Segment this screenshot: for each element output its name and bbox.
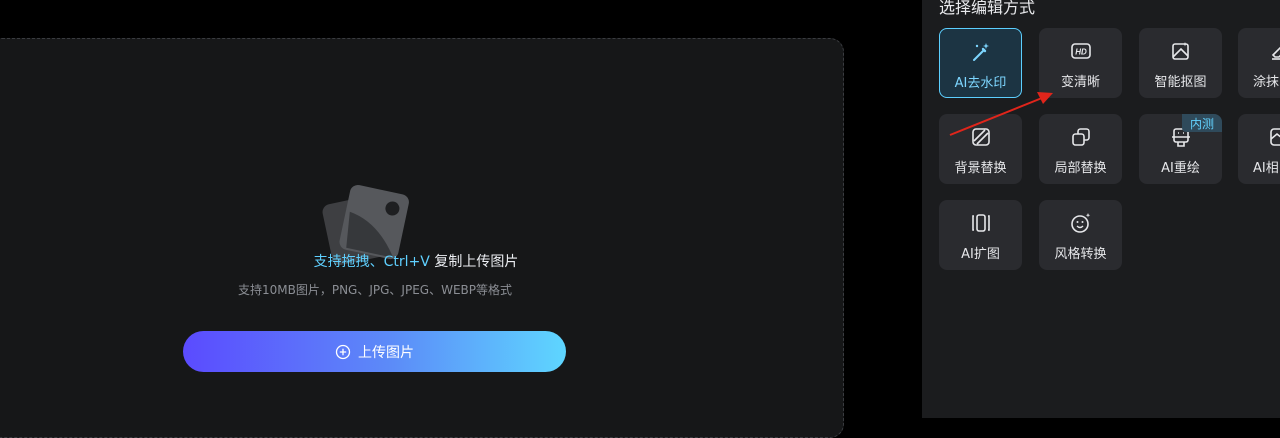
tool-ai-photo[interactable]: AI相 xyxy=(1238,114,1280,184)
tool-label: 背景替换 xyxy=(954,161,1007,176)
background-replace-icon xyxy=(971,128,990,146)
tool-label: 局部替换 xyxy=(1054,161,1107,176)
upload-formats: 支持10MB图片，PNG、JPG、JPEG、WEBP等格式 xyxy=(237,283,512,297)
upload-image-button[interactable]: 上传图片 xyxy=(183,331,566,372)
tool-ai-redraw[interactable]: AI重绘 内测 xyxy=(1139,114,1222,184)
beta-badge: 内测 xyxy=(1182,114,1222,132)
upload-hint: 支持拖拽、Ctrl+V 复制上传图片 xyxy=(0,251,832,271)
eraser-icon xyxy=(1271,46,1280,60)
tool-style-transfer[interactable]: 风格转换 xyxy=(1039,200,1122,270)
ai-photo-icon xyxy=(1270,128,1280,146)
tool-label: 风格转换 xyxy=(1054,247,1107,262)
tool-label: 智能抠图 xyxy=(1154,75,1207,90)
upload-dropzone[interactable] xyxy=(0,38,844,438)
upload-hint-accent: 支持拖拽、Ctrl+V xyxy=(313,254,430,270)
hd-icon: HD xyxy=(1070,43,1091,59)
edit-mode-panel: 选择编辑方式 AI去水印 HD 变清晰 智能抠图 涂抹 背景替换 局部替换 AI… xyxy=(922,0,1280,418)
image-cutout-icon xyxy=(1171,42,1189,60)
tool-ai-watermark-removal[interactable]: AI去水印 xyxy=(939,28,1022,98)
tool-label: 变清晰 xyxy=(1060,75,1100,90)
panel-title: 选择编辑方式 xyxy=(939,0,1036,17)
tool-enhance-clarity[interactable]: HD 变清晰 xyxy=(1039,28,1122,98)
tool-label: AI相 xyxy=(1253,161,1279,176)
upload-hint-rest: 复制上传图片 xyxy=(429,254,519,270)
upload-button-label: 上传图片 xyxy=(358,344,414,361)
svg-text:HD: HD xyxy=(1075,48,1087,57)
tool-smart-cutout[interactable]: 智能抠图 xyxy=(1139,28,1222,98)
tool-label: AI重绘 xyxy=(1161,161,1200,176)
expand-icon xyxy=(971,214,990,232)
partial-replace-icon xyxy=(1071,128,1090,146)
tool-ai-expand[interactable]: AI扩图 xyxy=(939,200,1022,270)
tool-smear[interactable]: 涂抹 xyxy=(1238,28,1280,98)
plus-circle-icon xyxy=(335,344,351,359)
tool-label: AI去水印 xyxy=(954,76,1007,91)
tool-background-replace[interactable]: 背景替换 xyxy=(939,114,1022,184)
tool-partial-replace[interactable]: 局部替换 xyxy=(1039,114,1122,184)
magic-wand-icon xyxy=(972,43,989,61)
style-transfer-icon xyxy=(1070,213,1090,233)
tool-label: AI扩图 xyxy=(961,247,1000,262)
tool-label: 涂抹 xyxy=(1253,75,1280,90)
